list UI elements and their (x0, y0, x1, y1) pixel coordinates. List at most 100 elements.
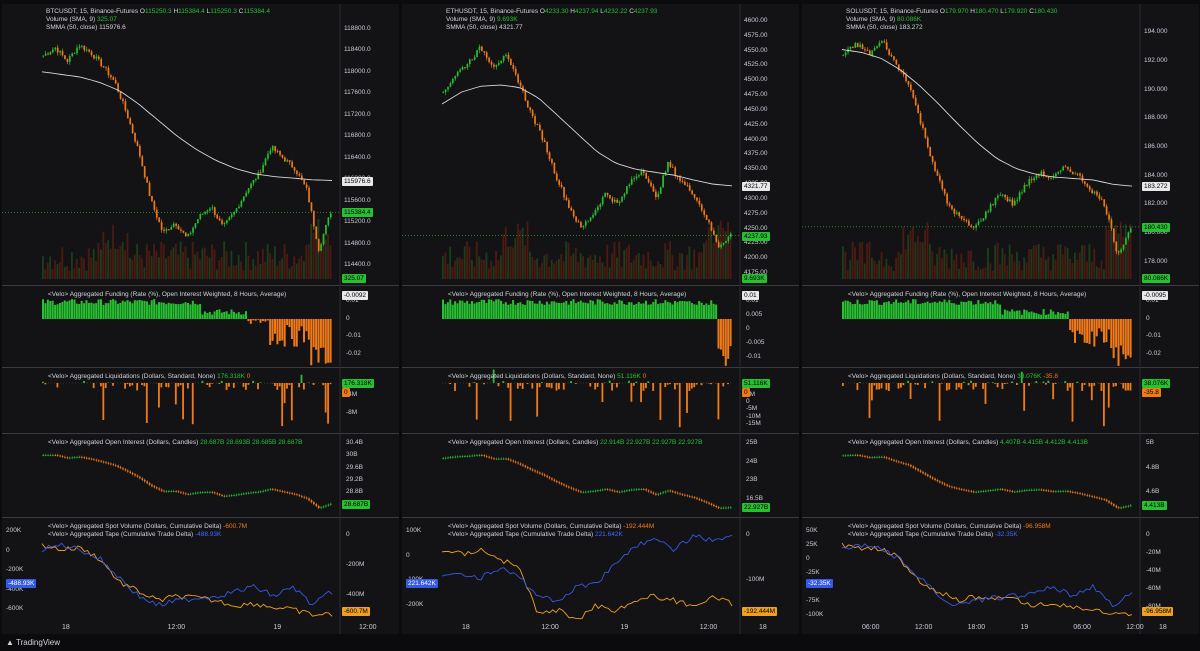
liquidation-bar (1003, 383, 1006, 384)
smma-legend[interactable]: SMMA (50, close) 183.272 (846, 24, 923, 32)
tape-tag[interactable]: -32.35K (806, 579, 833, 588)
volume-bar (851, 241, 854, 279)
candle-body (698, 200, 701, 205)
funding-bar (579, 300, 582, 319)
liquidation-bar (257, 383, 259, 390)
spot-volume-legend[interactable]: <Velo> Aggregated Spot Volume (Dollars, … (48, 523, 247, 531)
volume-bar (943, 249, 946, 279)
liquidations-legend[interactable]: <Velo> Aggregated Liquidations (Dollars,… (48, 373, 250, 381)
spot-volume-legend[interactable]: <Velo> Aggregated Spot Volume (Dollars, … (848, 523, 1051, 531)
last-price-tag[interactable]: 180.430 (1142, 222, 1170, 232)
liq-long-tag[interactable]: 51.116K (742, 379, 770, 388)
funding-tag[interactable]: 0.01 (742, 291, 759, 300)
funding-title[interactable]: <Velo> Aggregated Funding (Rate (%), Ope… (848, 291, 1086, 299)
liq-long-tag[interactable]: 38.076K (1142, 379, 1171, 388)
tape-legend[interactable]: <Velo> Aggregated Tape (Cumulative Trade… (48, 531, 221, 539)
symbol-legend[interactable]: ETHUSDT, 15, Binance-Futures O4233.30 H4… (446, 8, 657, 16)
liquidations-legend[interactable]: <Velo> Aggregated Liquidations (Dollars,… (848, 373, 1058, 381)
open-interest-legend[interactable]: <Velo> Aggregated Open Interest (Dollars… (448, 439, 702, 447)
oi-candle-body (83, 457, 86, 459)
liq-long-tag[interactable]: 176.318K (342, 379, 374, 388)
candle-body (1120, 249, 1122, 253)
oi-candle-body (526, 467, 529, 469)
oi-candle-body (168, 491, 170, 493)
funding-title[interactable]: <Velo> Aggregated Funding (Rate (%), Ope… (48, 291, 286, 299)
liquidation-bar (647, 381, 650, 383)
oi-tag[interactable]: 4.413B (1142, 501, 1167, 511)
candle-body (497, 63, 500, 65)
funding-bar (683, 301, 686, 319)
volume-tag[interactable]: 325.07 (342, 274, 366, 283)
oi-candle-body (597, 490, 599, 492)
funding-bar (929, 303, 932, 319)
smma-tag[interactable]: 183.272 (1142, 182, 1170, 192)
liq-short-tag[interactable]: 0 (342, 388, 350, 397)
chart-panel-btc[interactable]: 118800.0 118400.0 118000.0 117600.0 117200.0… (2, 4, 399, 634)
funding-tag[interactable]: -0.0092 (342, 291, 369, 300)
oi-candle-body (960, 489, 963, 490)
oi-candle-body (189, 493, 192, 495)
candle-body (729, 233, 732, 237)
volume-legend[interactable]: Volume (SMA, 9) 9.693K (446, 16, 518, 24)
liq-short-tag[interactable]: 0 (742, 388, 750, 397)
oi-candle-body (1052, 491, 1055, 493)
spot-volume-legend[interactable]: <Velo> Aggregated Spot Volume (Dollars, … (448, 523, 654, 531)
last-price-tag[interactable]: 4237.93 (742, 231, 770, 241)
smma-tag[interactable]: 115976.6 (342, 176, 373, 186)
liquidation-bar (483, 383, 485, 385)
liquidation-bar (994, 383, 997, 384)
tape-tag[interactable]: -488.93K (6, 579, 37, 588)
smma-legend[interactable]: SMMA (50, close) 4321.77 (446, 24, 523, 32)
tape-legend[interactable]: <Velo> Aggregated Tape (Cumulative Trade… (448, 531, 623, 539)
funding-tag[interactable]: -0.0095 (1142, 291, 1169, 300)
tape-legend[interactable]: <Velo> Aggregated Tape (Cumulative Trade… (848, 531, 1018, 539)
spot-tag[interactable]: -192.444M (742, 607, 778, 616)
last-price-tag[interactable]: 115384.4 (342, 208, 373, 218)
funding-bar (705, 303, 708, 319)
symbol-legend[interactable]: SOLUSDT, 15, Binance-Futures O179.970 H1… (846, 8, 1057, 16)
candle-body (1129, 228, 1132, 233)
volume-tag[interactable]: 80.086K (1142, 274, 1171, 283)
volume-bar (531, 256, 534, 279)
liq-short-tag[interactable]: -35.8 (1142, 388, 1161, 397)
candle-body (1057, 171, 1060, 174)
tape-tag[interactable]: 221.642K (406, 579, 438, 588)
volume-tag[interactable]: 9.693K (742, 274, 767, 283)
volume-bar (880, 252, 883, 279)
funding-bar (66, 301, 69, 319)
liquidation-bar (1088, 383, 1091, 387)
chart-panel-eth[interactable]: 4600.00 4575.00 4550.00 4525.00 4500.00 4475.… (402, 4, 799, 634)
candle-body (630, 179, 633, 185)
volume-legend[interactable]: Volume (SMA, 9) 80.086K (846, 16, 921, 24)
candle-body (939, 175, 941, 181)
symbol-legend[interactable]: BTCUSDT, 15, Binance-Futures O115250.3 H… (46, 8, 270, 16)
liquidation-bar (42, 381, 44, 383)
smma-legend[interactable]: SMMA (50, close) 115976.6 (46, 24, 126, 32)
funding-bar (444, 304, 447, 319)
oi-candle-body (679, 493, 681, 495)
candle-body (1076, 173, 1079, 175)
volume-legend[interactable]: Volume (SMA, 9) 325.07 (46, 16, 117, 24)
oi-tag[interactable]: 22.927B (742, 503, 771, 513)
chart-panel-sol[interactable]: 194.000 192.000 190.000 188.000 186.000 184.0… (802, 4, 1199, 634)
candle-body (313, 211, 315, 227)
liquidation-bar (1035, 381, 1038, 383)
volume-bar (890, 266, 893, 279)
candle-body (700, 204, 703, 211)
candle-body (238, 206, 240, 209)
open-interest-legend[interactable]: <Velo> Aggregated Open Interest (Dollars… (848, 439, 1088, 447)
spot-tag[interactable]: -96.958M (1142, 607, 1174, 616)
liquidations-legend[interactable]: <Velo> Aggregated Liquidations (Dollars,… (448, 373, 646, 381)
spot-tag[interactable]: -600.7M (342, 607, 370, 616)
liquidation-bar (131, 383, 134, 386)
liquidation-bar (550, 383, 553, 389)
volume-bar (49, 256, 52, 279)
funding-title[interactable]: <Velo> Aggregated Funding (Rate (%), Ope… (448, 291, 686, 299)
open-interest-legend[interactable]: <Velo> Aggregated Open Interest (Dollars… (48, 439, 302, 447)
funding-bar (722, 319, 725, 357)
liquidation-bar (945, 383, 948, 391)
oi-candle-body (93, 459, 95, 460)
funding-bar (883, 302, 886, 319)
smma-tag[interactable]: 4321.77 (742, 181, 770, 191)
oi-tag[interactable]: 28.687B (342, 499, 371, 509)
